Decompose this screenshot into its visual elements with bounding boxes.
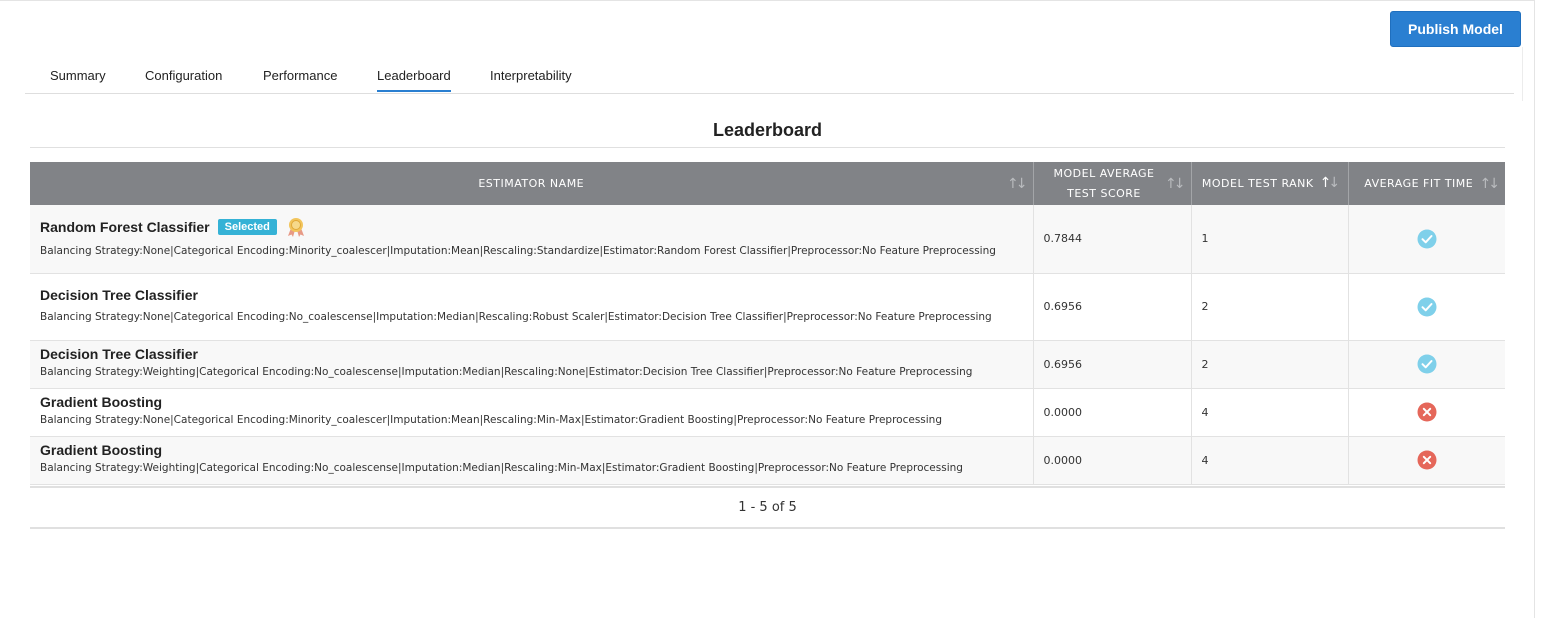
pagination: 1 - 5 of 5 [30,486,1505,529]
tab-configuration[interactable]: Configuration [145,68,222,83]
pagination-summary: 1 - 5 of 5 [738,500,797,515]
frame-divider [1522,47,1523,101]
fit-time-cell [1348,273,1505,340]
table-row[interactable]: Gradient Boosting Balancing Strategy:Non… [30,388,1505,436]
table-row[interactable]: Gradient Boosting Balancing Strategy:Wei… [30,436,1505,484]
estimator-description: Balancing Strategy:Weighting|Categorical… [40,366,973,378]
column-header-estimator-name[interactable]: ESTIMATOR NAME ↑↓ [30,162,1034,205]
table-row[interactable]: Decision Tree Classifier Balancing Strat… [30,273,1505,340]
table-row[interactable]: Random Forest Classifier Selected Balanci… [30,205,1505,273]
leaderboard-table: ESTIMATOR NAME ↑↓ MODEL AVERAGE TEST SCO… [30,162,1505,485]
fit-time-cell [1348,340,1505,388]
fit-time-cell [1348,388,1505,436]
estimator-name: Decision Tree Classifier [40,346,198,362]
column-header-label: ESTIMATOR NAME [478,176,585,190]
estimator-description: Balancing Strategy:None|Categorical Enco… [40,244,996,257]
sort-ascending-icon[interactable]: ↑↓ [1320,175,1341,191]
table-row[interactable]: Decision Tree Classifier Balancing Strat… [30,340,1505,388]
estimator-cell: Random Forest Classifier Selected Balanci… [30,205,1034,273]
column-header-model-average-test-score[interactable]: MODEL AVERAGE TEST SCORE ↑↓ [1033,162,1192,205]
x-circle-icon [1417,402,1437,422]
estimator-cell: Gradient Boosting Balancing Strategy:Wei… [30,436,1034,484]
estimator-name: Gradient Boosting [40,394,163,410]
check-circle-icon [1417,229,1437,249]
score-cell: 0.7844 [1033,205,1192,273]
estimator-cell: Decision Tree Classifier Balancing Strat… [30,273,1034,340]
rank-cell: 2 [1191,340,1349,388]
rank-cell: 4 [1191,436,1349,484]
tab-bar: Summary Configuration Performance Leader… [25,58,1514,94]
estimator-name: Decision Tree Classifier [40,286,198,303]
column-header-label: AVERAGE FIT TIME [1364,176,1474,190]
rank-cell: 1 [1191,205,1349,273]
award-medal-icon [287,217,304,237]
fit-time-cell [1348,205,1505,273]
x-circle-icon [1417,450,1437,470]
rank-cell: 2 [1191,273,1349,340]
column-header-model-test-rank[interactable]: MODEL TEST RANK ↑↓ [1191,162,1349,205]
tab-leaderboard[interactable]: Leaderboard [377,68,451,92]
tab-performance[interactable]: Performance [263,68,337,83]
estimator-name: Gradient Boosting [40,442,163,458]
estimator-cell: Decision Tree Classifier Balancing Strat… [30,340,1034,388]
section-title: Leaderboard [712,120,823,140]
tab-interpretability[interactable]: Interpretability [490,68,572,83]
estimator-description: Balancing Strategy:None|Categorical Enco… [40,310,992,323]
estimator-name: Random Forest Classifier [40,218,210,235]
sort-icon[interactable]: ↑↓ [1165,174,1186,194]
sort-icon[interactable]: ↑↓ [1007,174,1028,194]
estimator-description: Balancing Strategy:None|Categorical Enco… [40,414,943,426]
fit-time-cell [1348,436,1505,484]
score-cell: 0.0000 [1033,388,1192,436]
sort-icon[interactable]: ↑↓ [1480,174,1501,194]
column-header-average-fit-time[interactable]: AVERAGE FIT TIME ↑↓ [1348,162,1505,205]
table-header-row: ESTIMATOR NAME ↑↓ MODEL AVERAGE TEST SCO… [30,162,1505,205]
title-divider [30,147,1505,148]
tab-summary[interactable]: Summary [50,68,106,83]
column-header-label: MODEL AVERAGE TEST SCORE [1053,166,1155,200]
column-header-label: MODEL TEST RANK [1201,177,1314,190]
score-cell: 0.0000 [1033,436,1192,484]
selected-badge: Selected [217,218,277,235]
score-cell: 0.6956 [1033,340,1192,388]
check-circle-icon [1417,354,1437,374]
rank-cell: 4 [1191,388,1349,436]
check-circle-icon [1417,297,1437,316]
estimator-description: Balancing Strategy:Weighting|Categorical… [40,462,963,474]
estimator-cell: Gradient Boosting Balancing Strategy:Non… [30,388,1034,436]
score-cell: 0.6956 [1033,273,1192,340]
publish-model-button[interactable]: Publish Model [1390,11,1521,47]
